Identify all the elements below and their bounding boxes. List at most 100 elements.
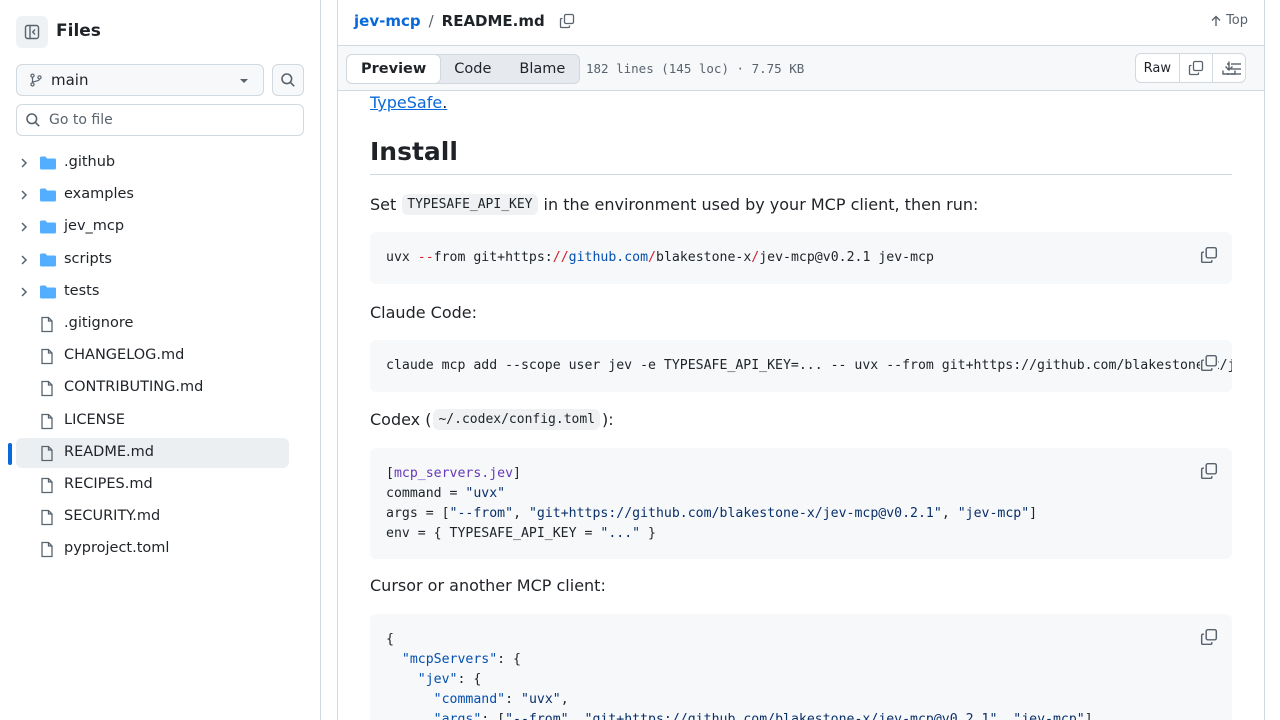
- cursor-label: Cursor or another MCP client:: [370, 576, 606, 595]
- folder-icon: [40, 253, 56, 267]
- file-viewer: jev-mcp / README.md Top Preview Code Bla…: [337, 0, 1265, 720]
- top-label: Top: [1226, 13, 1248, 28]
- code-block-claude: claude mcp add --scope user jev -e TYPES…: [370, 340, 1232, 392]
- file-icon: [41, 381, 53, 397]
- typesafe-link[interactable]: TypeSafe: [370, 93, 442, 112]
- file-tree: .github examples jev_mcp scripts tests .…: [0, 147, 320, 565]
- copy-code-icon[interactable]: [1200, 628, 1218, 646]
- link-suffix: .: [442, 93, 448, 112]
- branch-selector[interactable]: main: [16, 64, 264, 96]
- selected-indicator: [8, 442, 12, 465]
- set-suffix: in the environment used by your MCP clie…: [543, 195, 979, 214]
- copy-icon: [1188, 60, 1204, 76]
- go-to-file-placeholder: Go to file: [49, 112, 113, 128]
- folder-icon: [40, 285, 56, 299]
- tree-item-label: pyproject.toml: [64, 540, 170, 557]
- tab-blame[interactable]: Blame: [505, 55, 579, 83]
- folder-icon: [40, 220, 56, 234]
- tree-item-label: jev_mcp: [64, 218, 125, 235]
- codex-prefix: Codex (: [370, 410, 432, 429]
- tree-item-label: SECURITY.md: [64, 508, 161, 525]
- tree-item-recipes[interactable]: RECIPES.md: [0, 469, 320, 501]
- copy-path-button[interactable]: [559, 13, 575, 29]
- codex-suffix: ):: [602, 410, 614, 429]
- codex-config-path: ~/.codex/config.toml: [433, 409, 601, 430]
- tree-item-label: README.md: [64, 443, 154, 460]
- search-icon: [26, 113, 40, 127]
- tree-item-examples[interactable]: examples: [0, 179, 320, 211]
- view-mode-tabs: Preview Code Blame: [346, 54, 581, 84]
- code-block-json: { "mcpServers": { "jev": { "command": "u…: [370, 614, 1232, 720]
- chevron-right-icon[interactable]: [18, 286, 30, 298]
- folder-icon: [40, 188, 56, 202]
- breadcrumb: jev-mcp / README.md: [354, 12, 575, 30]
- outline-list-icon[interactable]: [1226, 61, 1242, 77]
- codex-label: Codex ( ~/.codex/config.toml ):: [370, 409, 614, 430]
- tree-item-label: scripts: [64, 250, 112, 267]
- chevron-right-icon[interactable]: [18, 157, 30, 169]
- copy-icon: [559, 13, 574, 29]
- tree-item-gitignore[interactable]: .gitignore: [0, 308, 320, 340]
- tab-preview[interactable]: Preview: [346, 54, 442, 84]
- tree-item-github[interactable]: .github: [0, 147, 320, 179]
- tree-item-contributing[interactable]: CONTRIBUTING.md: [0, 372, 320, 404]
- breadcrumb-file-name: README.md: [441, 12, 545, 30]
- tab-code[interactable]: Code: [440, 55, 505, 83]
- env-var-code: TYPESAFE_API_KEY: [402, 194, 538, 215]
- tree-item-label: .github: [64, 154, 116, 170]
- folder-icon: [40, 156, 56, 170]
- tree-item-label: tests: [64, 282, 100, 299]
- tree-item-changelog[interactable]: CHANGELOG.md: [0, 340, 320, 372]
- tree-item-label: CONTRIBUTING.md: [64, 379, 204, 396]
- file-meta: 182 lines (145 loc) · 7.75 KB: [586, 61, 805, 76]
- breadcrumb-separator: /: [428, 12, 434, 30]
- file-icon: [41, 509, 53, 526]
- set-prefix: Set: [370, 195, 397, 214]
- file-icon: [41, 542, 53, 558]
- tree-item-security[interactable]: SECURITY.md: [0, 501, 320, 533]
- tree-item-label: CHANGELOG.md: [64, 347, 185, 364]
- sidebar-collapse-icon: [24, 24, 40, 40]
- copy-code-icon[interactable]: [1200, 354, 1218, 372]
- go-to-file-input[interactable]: Go to file: [16, 104, 304, 136]
- tree-item-label: examples: [64, 186, 134, 203]
- copy-code-icon[interactable]: [1200, 462, 1218, 480]
- file-icon: [41, 413, 53, 429]
- search-icon: [281, 73, 295, 87]
- caret-down-icon: [240, 79, 248, 83]
- copy-code-icon[interactable]: [1200, 246, 1218, 264]
- raw-button[interactable]: Raw: [1136, 54, 1180, 82]
- tree-item-scripts[interactable]: scripts: [0, 244, 320, 276]
- chevron-right-icon[interactable]: [18, 221, 30, 233]
- git-branch-icon: [30, 73, 42, 87]
- claude-code-label: Claude Code:: [370, 303, 477, 322]
- file-icon: [41, 445, 53, 461]
- file-toolbar: Preview Code Blame 182 lines (145 loc) ·…: [338, 45, 1264, 91]
- install-heading: Install: [370, 137, 1232, 175]
- file-icon: [41, 477, 53, 494]
- file-tree-sidebar: Files main Go to file .github examples j…: [0, 0, 321, 720]
- tree-item-readme[interactable]: README.md: [0, 437, 320, 469]
- scroll-to-top-button[interactable]: Top: [1210, 13, 1248, 28]
- install-instructions: Set TYPESAFE_API_KEY in the environment …: [370, 194, 978, 215]
- code-block-uvx: uvx --from git+https://github.com/blakes…: [370, 232, 1232, 284]
- tree-item-tests[interactable]: tests: [0, 276, 320, 308]
- tree-item-pyproject[interactable]: pyproject.toml: [0, 533, 320, 565]
- tree-item-label: LICENSE: [64, 411, 125, 428]
- chevron-right-icon[interactable]: [18, 189, 30, 201]
- tree-item-label: .gitignore: [64, 314, 134, 331]
- arrow-up-icon: [1211, 15, 1221, 26]
- tree-item-license[interactable]: LICENSE: [0, 405, 320, 437]
- code-block-codex: [mcp_servers.jev] command = "uvx" args =…: [370, 448, 1232, 559]
- file-icon: [41, 316, 53, 333]
- tree-item-label: RECIPES.md: [64, 475, 153, 492]
- collapse-sidebar-button[interactable]: [16, 16, 48, 48]
- file-icon: [41, 348, 53, 365]
- tree-item-jev-mcp[interactable]: jev_mcp: [0, 211, 320, 243]
- search-files-button[interactable]: [272, 64, 304, 96]
- breadcrumb-repo-link[interactable]: jev-mcp: [354, 12, 421, 30]
- copy-raw-button[interactable]: [1180, 54, 1213, 82]
- branch-name: main: [51, 71, 89, 89]
- chevron-right-icon[interactable]: [18, 254, 30, 266]
- sidebar-title: Files: [56, 21, 101, 41]
